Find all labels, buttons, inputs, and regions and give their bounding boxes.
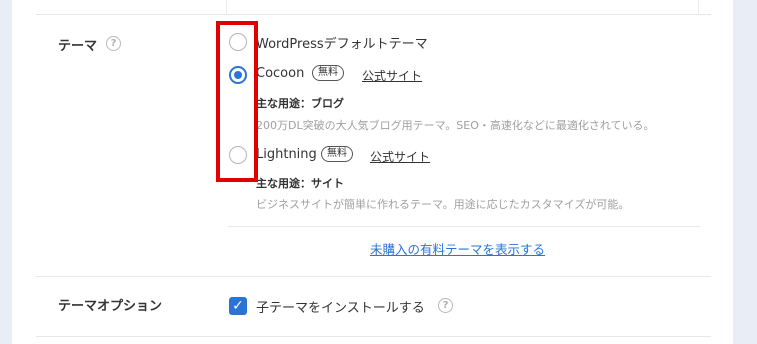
option-name-lightning[interactable]: Lightning bbox=[256, 147, 317, 162]
lightning-usage: 主な用途：サイト bbox=[256, 177, 344, 190]
theme-label: テーマ bbox=[58, 39, 98, 54]
row-divider bbox=[36, 276, 711, 277]
lightning-official-site-link[interactable]: 公式サイト bbox=[370, 148, 430, 165]
child-theme-checkbox[interactable]: ✓ bbox=[229, 297, 247, 315]
cocoon-description: 200万DL突破の大人気ブログ用テーマ。SEO・高速化などに最適化されている。 bbox=[256, 119, 655, 132]
top-divider bbox=[36, 14, 711, 15]
question-circle-icon[interactable]: ? bbox=[438, 298, 453, 313]
cocoon-usage: 主な用途：ブログ bbox=[256, 97, 344, 110]
bottom-divider bbox=[36, 336, 711, 337]
lightning-description: ビジネスサイトが簡単に作れるテーマ。用途に応じたカスタマイズが可能。 bbox=[256, 198, 630, 211]
free-badge: 無料 bbox=[312, 65, 344, 81]
question-circle-icon[interactable]: ? bbox=[106, 36, 121, 51]
options-divider bbox=[228, 226, 700, 227]
option-name-wordpress-default[interactable]: WordPressデフォルトテーマ bbox=[256, 33, 428, 52]
highlight-box bbox=[216, 21, 258, 182]
free-badge: 無料 bbox=[321, 146, 353, 162]
option-name-cocoon[interactable]: Cocoon bbox=[256, 66, 304, 81]
theme-option-label: テーマオプション bbox=[58, 299, 163, 314]
previous-row-box bbox=[226, 0, 699, 14]
cocoon-official-site-link[interactable]: 公式サイト bbox=[362, 67, 422, 84]
child-theme-label[interactable]: 子テーマをインストールする bbox=[256, 297, 425, 316]
show-paid-themes-link[interactable]: 未購入の有料テーマを表示する bbox=[370, 239, 545, 258]
